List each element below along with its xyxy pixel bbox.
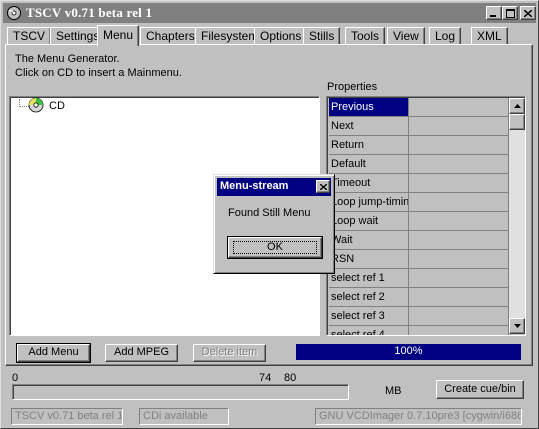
property-value[interactable] bbox=[409, 136, 509, 155]
property-value[interactable] bbox=[409, 212, 509, 231]
status-version: TSCV v0.71 beta rel 1 bbox=[11, 408, 123, 425]
property-value[interactable] bbox=[409, 193, 509, 212]
dialog-close-button[interactable] bbox=[316, 180, 330, 193]
property-name: Loop wait bbox=[329, 212, 409, 231]
property-name: Return bbox=[329, 136, 409, 155]
property-value[interactable] bbox=[409, 231, 509, 250]
add-menu-label: Add Menu bbox=[28, 346, 79, 358]
tree-item-cd[interactable]: CD bbox=[49, 100, 65, 112]
property-row-default[interactable]: Default bbox=[329, 155, 509, 174]
close-button[interactable] bbox=[520, 6, 536, 20]
focus-rectangle bbox=[233, 241, 317, 254]
arrow-up-icon bbox=[513, 104, 521, 108]
tab-xml[interactable]: XML bbox=[471, 27, 508, 45]
property-name: Next bbox=[329, 117, 409, 136]
minimize-button[interactable] bbox=[486, 6, 502, 20]
tab-options[interactable]: Options bbox=[254, 27, 308, 45]
tab-menu[interactable]: Menu bbox=[97, 25, 140, 46]
property-value[interactable] bbox=[409, 117, 509, 136]
property-value[interactable] bbox=[409, 155, 509, 174]
tab-log[interactable]: Log bbox=[429, 27, 462, 45]
property-name: Wait bbox=[329, 231, 409, 250]
dialog-ok-button[interactable]: OK bbox=[227, 236, 323, 259]
tab-tscv[interactable]: TSCV bbox=[7, 27, 52, 45]
property-row-loop-wait[interactable]: Loop wait bbox=[329, 212, 509, 231]
menu-description-line1: The Menu Generator. bbox=[15, 53, 120, 65]
property-row-timeout[interactable]: Timeout bbox=[329, 174, 509, 193]
cd-disc-icon[interactable] bbox=[28, 97, 44, 113]
cd-size-bar bbox=[12, 384, 349, 400]
property-value[interactable] bbox=[409, 98, 509, 117]
properties-label: Properties bbox=[327, 81, 378, 93]
property-value[interactable] bbox=[409, 288, 509, 307]
delete-item-label: Delete item bbox=[201, 346, 258, 358]
property-value[interactable] bbox=[409, 307, 509, 326]
tab-tools[interactable]: Tools bbox=[345, 27, 386, 45]
size-scale-start: 0 bbox=[12, 372, 19, 384]
property-row-select-ref-3[interactable]: select ref 3 bbox=[329, 307, 509, 326]
main-window: TSCV v0.71 beta rel 1 TSCV Settings Menu… bbox=[0, 0, 539, 429]
property-name: select ref 2 bbox=[329, 288, 409, 307]
property-name: RSN bbox=[329, 250, 409, 269]
scroll-down-button[interactable] bbox=[509, 318, 525, 334]
add-mpeg-label: Add MPEG bbox=[113, 346, 170, 358]
property-row-next[interactable]: Next bbox=[329, 117, 509, 136]
property-value[interactable] bbox=[409, 269, 509, 288]
size-scale-mark-74: 74 bbox=[259, 372, 272, 384]
minimize-icon bbox=[490, 14, 496, 17]
property-row-select-ref-4[interactable]: select ref 4 bbox=[329, 326, 509, 335]
arrow-down-icon bbox=[513, 324, 521, 328]
tab-view[interactable]: View bbox=[387, 27, 425, 45]
app-icon bbox=[7, 6, 21, 20]
size-scale-mark-80: 80 bbox=[284, 372, 297, 384]
property-row-return[interactable]: Return bbox=[329, 136, 509, 155]
dialog-title-bar[interactable]: Menu-stream bbox=[217, 178, 331, 196]
property-value[interactable] bbox=[409, 250, 509, 269]
dialog-message: Found Still Menu bbox=[228, 207, 311, 219]
maximize-button[interactable] bbox=[502, 6, 518, 20]
property-value[interactable] bbox=[409, 174, 509, 193]
menu-stream-dialog: Menu-stream Found Still Menu OK bbox=[213, 174, 335, 274]
progress-bar: 100% bbox=[296, 344, 521, 360]
window-title: TSCV v0.71 beta rel 1 bbox=[26, 5, 153, 20]
add-mpeg-button[interactable]: Add MPEG bbox=[105, 344, 178, 362]
scroll-thumb[interactable] bbox=[509, 114, 525, 130]
scroll-up-button[interactable] bbox=[509, 98, 525, 114]
property-row-select-ref-2[interactable]: select ref 2 bbox=[329, 288, 509, 307]
property-value[interactable] bbox=[409, 326, 509, 335]
menu-description-line2: Click on CD to insert a Mainmenu. bbox=[15, 67, 182, 79]
create-cue-bin-label: Create cue/bin bbox=[444, 383, 516, 395]
property-row-rsn[interactable]: RSN bbox=[329, 250, 509, 269]
properties-scrollbar[interactable] bbox=[509, 98, 525, 334]
properties-grid: Previous Next Return Default Timeout Loo… bbox=[326, 96, 526, 336]
status-cdi: CDi available bbox=[139, 408, 229, 425]
create-cue-bin-button[interactable]: Create cue/bin bbox=[436, 380, 524, 399]
progress-text: 100% bbox=[394, 345, 423, 357]
property-name: Default bbox=[329, 155, 409, 174]
tab-chapters[interactable]: Chapters bbox=[140, 27, 201, 45]
tab-strip: TSCV Settings Menu Chapters Filesystem O… bbox=[5, 25, 535, 46]
property-row-select-ref-1[interactable]: select ref 1 bbox=[329, 269, 509, 288]
dialog-title: Menu-stream bbox=[220, 180, 289, 192]
delete-item-button[interactable]: Delete item bbox=[193, 344, 266, 362]
size-unit-label: MB bbox=[385, 385, 402, 397]
property-name: Timeout bbox=[329, 174, 409, 193]
property-name: select ref 3 bbox=[329, 307, 409, 326]
property-name: Loop jump-timing bbox=[329, 193, 409, 212]
title-bar[interactable]: TSCV v0.71 beta rel 1 bbox=[3, 3, 536, 23]
property-name: Previous bbox=[329, 98, 409, 117]
property-name: select ref 4 bbox=[329, 326, 409, 335]
add-menu-button[interactable]: Add Menu bbox=[16, 343, 91, 363]
maximize-icon bbox=[505, 8, 515, 18]
property-row-wait[interactable]: Wait bbox=[329, 231, 509, 250]
close-icon bbox=[524, 9, 532, 17]
property-row-previous[interactable]: Previous bbox=[329, 98, 509, 117]
property-row-loop-jump-timing[interactable]: Loop jump-timing bbox=[329, 193, 509, 212]
close-icon bbox=[319, 183, 327, 190]
property-name: select ref 1 bbox=[329, 269, 409, 288]
tab-stills[interactable]: Stills bbox=[303, 27, 341, 45]
status-imager: GNU VCDImager 0.7.10pre3 [cygwin/i686] bbox=[315, 408, 522, 425]
